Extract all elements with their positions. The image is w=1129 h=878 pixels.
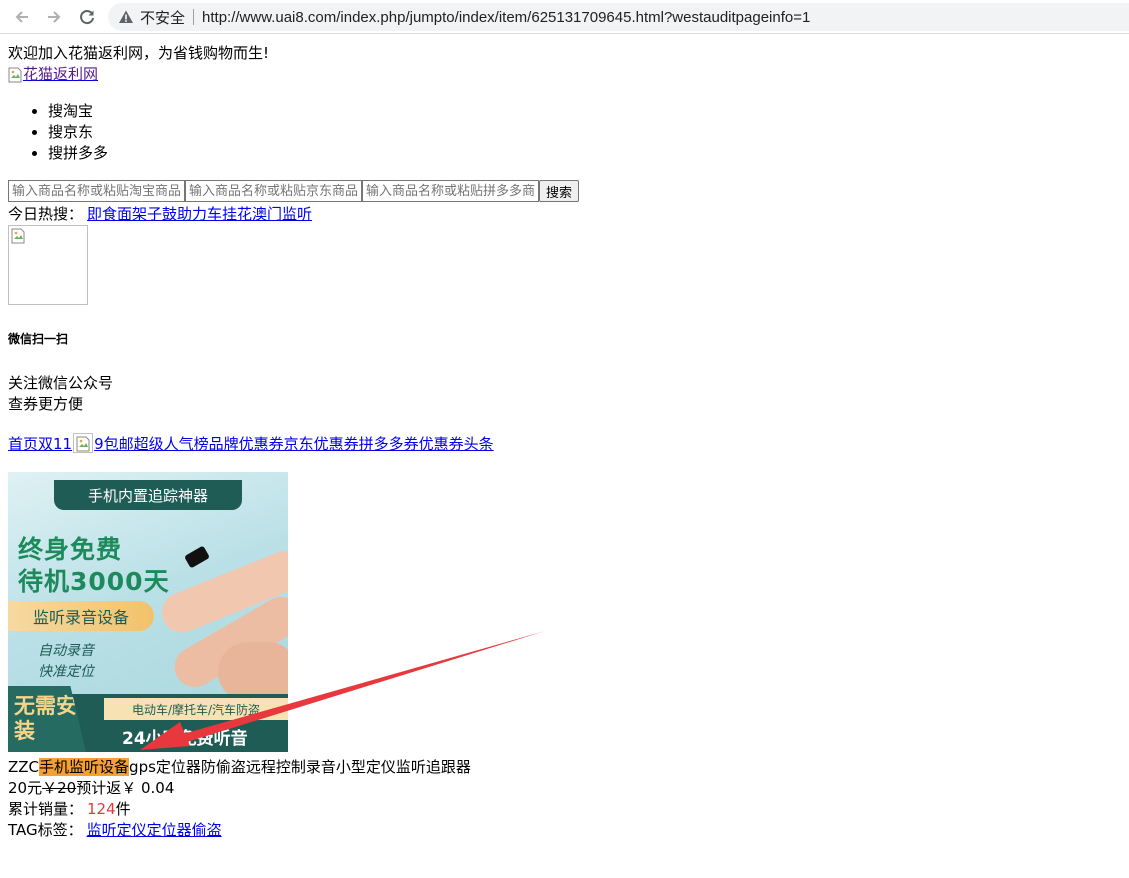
product-image-feature-1: 自动录音 bbox=[38, 643, 94, 659]
nav-broken-image[interactable] bbox=[73, 433, 94, 453]
hot-search-link[interactable]: 即食面架子鼓助力车挂花澳门监听 bbox=[87, 205, 312, 223]
product-title-suffix: gps定位器防偷盗远程控制录音小型定仪监听追跟器 bbox=[129, 758, 471, 776]
original-price: ￥20 bbox=[42, 779, 77, 797]
product-image-hand bbox=[218, 642, 288, 702]
price: 20元 bbox=[8, 779, 43, 797]
tag-link[interactable]: 监听定仪定位器偷盗 bbox=[87, 821, 222, 839]
sales-value: 124 bbox=[87, 800, 116, 818]
forward-button[interactable] bbox=[42, 5, 66, 29]
sales-line: 累计销量： 124件 bbox=[8, 799, 1121, 820]
back-arrow-icon bbox=[15, 11, 28, 23]
rebate-label: 预计返￥ bbox=[76, 779, 137, 797]
product-title-prefix: ZZC bbox=[8, 758, 40, 776]
warning-icon bbox=[119, 10, 133, 23]
tag-line: TAG标签： 监听定仪定位器偷盗 bbox=[8, 820, 1121, 841]
product-image-device bbox=[183, 545, 211, 569]
browser-toolbar: 不安全 http://www.uai8.com/index.php/jumpto… bbox=[0, 0, 1129, 34]
omnibox-separator bbox=[193, 9, 195, 25]
forward-arrow-icon bbox=[48, 11, 61, 23]
product-image-footer-text: 24小时免费听音 bbox=[122, 729, 248, 749]
back-button[interactable] bbox=[10, 5, 34, 29]
search-input-pdd[interactable] bbox=[362, 180, 539, 202]
search-input-jd[interactable] bbox=[185, 180, 362, 202]
search-input-taobao[interactable] bbox=[8, 180, 185, 202]
sales-unit: 件 bbox=[115, 800, 131, 818]
search-tabs: 搜淘宝 搜京东 搜拼多多 bbox=[8, 101, 1121, 164]
product-image-feature-2: 快准定位 bbox=[38, 664, 94, 680]
wechat-heading: 微信扫一扫 bbox=[8, 332, 69, 346]
address-bar[interactable]: 不安全 http://www.uai8.com/index.php/jumpto… bbox=[108, 3, 1129, 31]
search-button[interactable]: 搜索 bbox=[539, 180, 580, 202]
nav-links: 首页双11 9包邮超级人气榜品牌优惠券京东优惠券拼多多券优惠券头条 bbox=[8, 431, 1121, 455]
product-image-footer-strip: 电动车/摩托车/汽车防盗 bbox=[104, 698, 288, 720]
broken-image-icon bbox=[11, 228, 25, 244]
wechat-coupon-text: 查券更方便 bbox=[8, 395, 84, 413]
product-title-highlight: 手机监听设备 bbox=[39, 758, 130, 776]
insecure-label[interactable]: 不安全 bbox=[140, 7, 185, 28]
search-form: 搜索 bbox=[8, 180, 1121, 202]
broken-image-icon bbox=[8, 67, 22, 82]
nav-link-home[interactable]: 首页双11 bbox=[8, 433, 72, 454]
logo-link[interactable]: 花猫返利网 bbox=[8, 64, 98, 85]
nav-link-categories[interactable]: 9包邮超级人气榜品牌优惠券京东优惠券拼多多券优惠券头条 bbox=[94, 433, 494, 454]
product-image-headline-1: 终身免费 bbox=[18, 535, 123, 564]
product-image-headline-2: 待机3000天 bbox=[18, 567, 170, 596]
product-image-pill: 监听录音设备 bbox=[8, 601, 154, 631]
broken-image-icon bbox=[76, 436, 90, 452]
url-text[interactable]: http://www.uai8.com/index.php/jumpto/ind… bbox=[202, 9, 810, 26]
tab-jd[interactable]: 搜京东 bbox=[48, 122, 1121, 143]
reload-button[interactable] bbox=[75, 5, 99, 29]
welcome-text: 欢迎加入花猫返利网，为省钱购物而生! bbox=[8, 44, 270, 62]
tab-taobao[interactable]: 搜淘宝 bbox=[48, 101, 1121, 122]
rebate-value: 0.04 bbox=[136, 779, 175, 797]
product-image-banner: 手机内置追踪神器 bbox=[54, 480, 242, 510]
reload-icon bbox=[80, 10, 94, 25]
product-title: ZZC手机监听设备gps定位器防偷盗远程控制录音小型定仪监听追跟器 bbox=[8, 756, 1121, 778]
sales-label: 累计销量： bbox=[8, 800, 84, 818]
hot-search-label: 今日热搜： bbox=[8, 205, 84, 223]
tag-label: TAG标签： bbox=[8, 821, 83, 839]
tab-pdd[interactable]: 搜拼多多 bbox=[48, 143, 1121, 164]
qr-code-image bbox=[8, 225, 88, 305]
price-line: 20元￥20预计返￥ 0.04 bbox=[8, 778, 1121, 799]
logo-alt-text: 花猫返利网 bbox=[23, 65, 99, 83]
wechat-follow-text: 关注微信公众号 bbox=[8, 374, 114, 392]
hot-search: 今日热搜： 即食面架子鼓助力车挂花澳门监听 bbox=[8, 204, 1121, 225]
page-content: 欢迎加入花猫返利网，为省钱购物而生! 花猫返利网 搜淘宝 搜京东 搜拼多多 搜索… bbox=[8, 43, 1121, 841]
product-image[interactable]: 手机内置追踪神器 终身免费 待机3000天 监听录音设备 自动录音 快准定位 电… bbox=[8, 472, 288, 752]
